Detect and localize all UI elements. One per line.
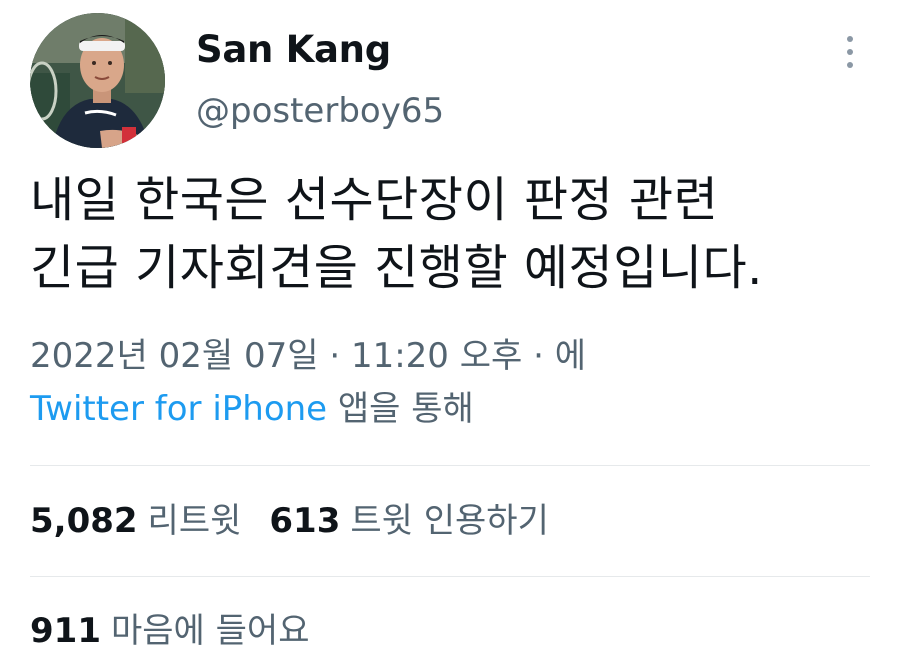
quotes-count: 613: [269, 501, 341, 541]
tweet-detail: San Kang @posterboy65 내일 한국은 선수단장이 판정 관련…: [0, 0, 900, 670]
quotes-stat[interactable]: 613 트윗 인용하기: [269, 501, 548, 541]
avatar-image: [30, 13, 165, 148]
source-link[interactable]: Twitter for iPhone: [30, 389, 327, 429]
user-handle[interactable]: @posterboy65: [196, 90, 444, 132]
tweet-date: 2022년 02월 07일: [30, 336, 319, 376]
meta-separator: ·: [318, 336, 351, 376]
tweet-text-line: 긴급 기자회견을 진행할 예정입니다.: [30, 240, 763, 296]
likes-label: 마음에 들어요: [110, 611, 310, 651]
source-suffix: 앱을 통해: [327, 389, 474, 429]
retweets-label: 리트윗: [147, 501, 242, 541]
tweet-source: Twitter for iPhone 앱을 통해: [30, 386, 474, 432]
tweet-timestamp[interactable]: 2022년 02월 07일 · 11:20 오후 · 에: [30, 333, 586, 379]
quotes-label: 트윗 인용하기: [350, 501, 549, 541]
meta-suffix: 에: [554, 336, 587, 376]
likes-stat[interactable]: 911 마음에 들어요: [30, 611, 309, 651]
likes-count: 911: [30, 611, 101, 651]
retweets-count: 5,082: [30, 501, 138, 541]
divider: [30, 465, 870, 466]
user-name[interactable]: San Kang: [196, 28, 391, 72]
retweets-stat[interactable]: 5,082 리트윗: [30, 501, 241, 541]
divider: [30, 576, 870, 577]
engagement-stats: 5,082 리트윗 613 트윗 인용하기: [30, 498, 577, 544]
likes-stats: 911 마음에 들어요: [30, 608, 337, 654]
avatar[interactable]: [30, 13, 165, 148]
tweet-time: 11:20 오후: [350, 336, 523, 376]
more-dot: [847, 49, 853, 55]
more-dot: [847, 62, 853, 68]
meta-separator: ·: [522, 336, 555, 376]
tweet-text-line: 내일 한국은 선수단장이 판정 관련: [30, 172, 719, 228]
more-options-button[interactable]: [832, 30, 868, 74]
more-vertical-icon: [847, 36, 853, 42]
tweet-text: 내일 한국은 선수단장이 판정 관련 긴급 기자회견을 진행할 예정입니다.: [30, 166, 870, 302]
